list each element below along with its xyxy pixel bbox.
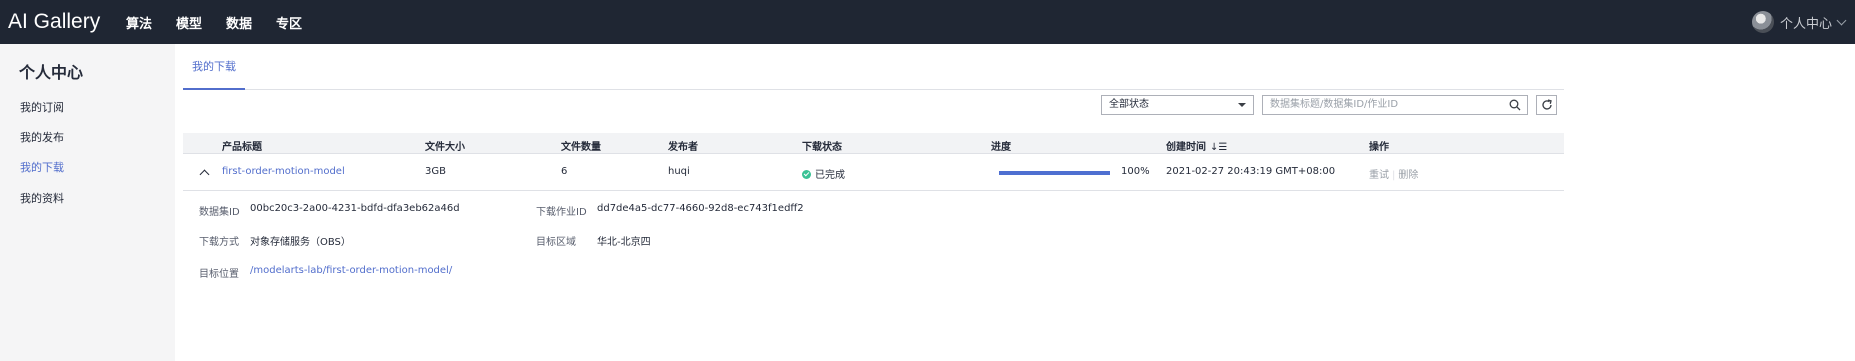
job-id-value: dd7de4a5-dc77-4660-92d8-ec743f1edff2 — [597, 203, 804, 214]
collapse-chevron-icon[interactable] — [199, 169, 210, 180]
sidebar-item-profile[interactable]: 我的资料 — [20, 190, 64, 206]
target-location-label: 目标位置 — [199, 269, 239, 280]
sidebar: 个人中心 我的订阅 我的发布 我的下载 我的资料 — [0, 44, 175, 361]
column-header-created[interactable]: 创建时间 ↓☰ — [1166, 138, 1227, 153]
main-nav: 算法 模型 数据 专区 — [126, 13, 326, 32]
sort-icon[interactable]: ↓☰ — [1210, 142, 1227, 153]
check-circle-icon — [802, 170, 811, 179]
sidebar-item-downloads[interactable]: 我的下载 — [20, 159, 64, 175]
dataset-id-value: 00bc20c3-2a00-4231-bdfd-dfa3eb62a46d — [250, 203, 460, 214]
status-filter-value: 全部状态 — [1109, 99, 1149, 110]
column-header-publisher: 发布者 — [668, 142, 698, 153]
job-id-label: 下载作业ID — [536, 207, 587, 218]
chevron-down-icon[interactable] — [1836, 15, 1847, 25]
nav-item-algorithms[interactable]: 算法 — [126, 13, 152, 32]
main-content: 我的下载 全部状态 数据集标题/数据集ID/作业ID 产品标题 文件大小 文件数… — [175, 44, 1855, 361]
table-header: 产品标题 文件大小 文件数量 发布者 下载状态 进度 创建时间 ↓☰ 操作 — [183, 133, 1564, 154]
nav-item-data[interactable]: 数据 — [226, 13, 252, 32]
status-filter-select[interactable]: 全部状态 — [1101, 95, 1254, 115]
table-row: first-order-motion-model 3GB 6 huqi 已完成 … — [183, 155, 1564, 191]
nav-item-zone[interactable]: 专区 — [276, 13, 302, 32]
column-header-count: 文件数量 — [561, 142, 601, 153]
retry-button[interactable]: 重试 — [1369, 170, 1389, 181]
target-location-link[interactable]: /modelarts-lab/first-order-motion-model/ — [250, 265, 452, 276]
sidebar-item-subscriptions[interactable]: 我的订阅 — [20, 99, 64, 115]
dataset-id-label: 数据集ID — [199, 207, 240, 218]
progress-bar — [999, 171, 1110, 175]
tab-my-downloads[interactable]: 我的下载 — [183, 58, 245, 90]
column-header-title: 产品标题 — [222, 142, 262, 153]
sidebar-title: 个人中心 — [19, 63, 84, 82]
publisher: huqi — [668, 166, 690, 177]
sidebar-item-publications[interactable]: 我的发布 — [20, 129, 64, 145]
search-input[interactable]: 数据集标题/数据集ID/作业ID — [1262, 95, 1528, 115]
progress-percent: 100% — [1121, 166, 1150, 177]
action-divider: | — [1392, 170, 1396, 181]
refresh-button[interactable] — [1536, 95, 1557, 115]
tab-bar: 我的下载 — [183, 58, 1564, 90]
file-count: 6 — [561, 166, 568, 177]
progress-bar-fill — [999, 171, 1110, 175]
row-actions: 重试 | 删除 — [1369, 166, 1418, 181]
download-status-label: 已完成 — [815, 170, 845, 181]
refresh-icon — [1542, 99, 1552, 110]
nav-item-models[interactable]: 模型 — [176, 13, 202, 32]
product-title-link[interactable]: first-order-motion-model — [222, 166, 345, 177]
brand-logo[interactable]: AI Gallery — [8, 10, 126, 34]
target-region-label: 目标区域 — [536, 237, 576, 248]
created-time: 2021-02-27 20:43:19 GMT+08:00 — [1166, 166, 1336, 177]
column-header-actions: 操作 — [1369, 142, 1389, 153]
column-header-size: 文件大小 — [425, 142, 465, 153]
user-menu-label[interactable]: 个人中心 — [1780, 13, 1832, 32]
column-header-status: 下载状态 — [802, 142, 842, 153]
search-placeholder: 数据集标题/数据集ID/作业ID — [1270, 99, 1399, 110]
download-status: 已完成 — [802, 166, 845, 181]
caret-down-icon — [1238, 103, 1246, 107]
search-icon[interactable] — [1509, 99, 1521, 111]
column-header-created-label: 创建时间 — [1166, 142, 1206, 153]
delete-button[interactable]: 删除 — [1398, 170, 1418, 181]
avatar[interactable] — [1751, 11, 1774, 33]
top-navbar: AI Gallery 算法 模型 数据 专区 个人中心 — [0, 0, 1855, 44]
target-region-value: 华北-北京四 — [597, 237, 651, 248]
file-size: 3GB — [425, 166, 446, 177]
user-menu[interactable]: 个人中心 — [1751, 0, 1847, 44]
download-method-label: 下载方式 — [199, 237, 239, 248]
column-header-progress: 进度 — [991, 142, 1011, 153]
download-method-value: 对象存储服务（OBS） — [250, 237, 351, 248]
